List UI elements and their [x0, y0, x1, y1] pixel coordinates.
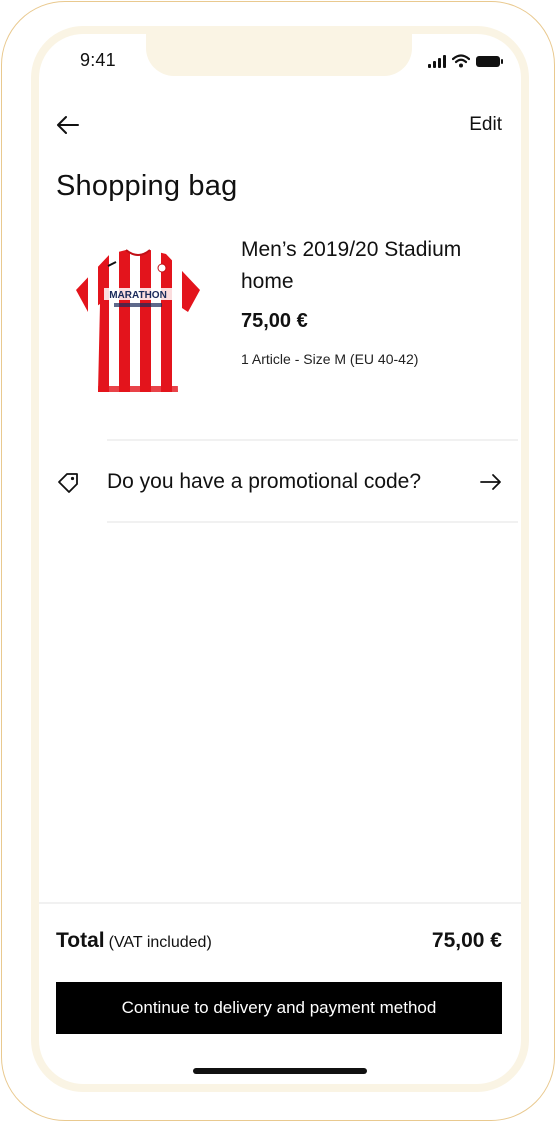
battery-icon	[476, 55, 503, 67]
divider	[107, 439, 518, 441]
tag-icon	[58, 473, 78, 493]
page-title: Shopping bag	[56, 170, 238, 202]
arrow-right-icon	[480, 474, 501, 490]
divider	[107, 521, 518, 523]
promo-code-label: Do you have a promotional code?	[107, 470, 422, 493]
total-value: 75,00 €	[431, 929, 502, 952]
status-icons	[428, 54, 503, 68]
edit-button[interactable]: Edit	[469, 114, 502, 136]
product-details: 1 Article - Size M (EU 40-42)	[241, 351, 419, 367]
product-price: 75,00 €	[241, 310, 308, 332]
vat-note: (VAT included)	[108, 934, 212, 951]
back-arrow-icon[interactable]	[56, 114, 80, 136]
total-label-text: Total	[56, 929, 105, 952]
summary-divider	[39, 902, 521, 904]
football-jersey-image: MARATHON	[76, 249, 200, 392]
status-time: 9:41	[80, 50, 116, 70]
home-indicator[interactable]	[193, 1068, 367, 1074]
wifi-icon	[452, 54, 470, 68]
device-notch	[146, 26, 412, 76]
continue-button[interactable]: Continue to delivery and payment method	[56, 982, 502, 1034]
device-mockup: 9:41 Edit Shopping bag MARATHON Men’s 20…	[0, 0, 558, 1124]
signal-icon	[428, 54, 446, 68]
promo-code-row[interactable]: Do you have a promotional code?	[56, 462, 502, 506]
jersey-sponsor: MARATHON	[109, 290, 167, 301]
product-name: Men’s 2019/20 Stadium home	[241, 238, 462, 293]
total-label: Total (VAT included)	[56, 929, 212, 953]
